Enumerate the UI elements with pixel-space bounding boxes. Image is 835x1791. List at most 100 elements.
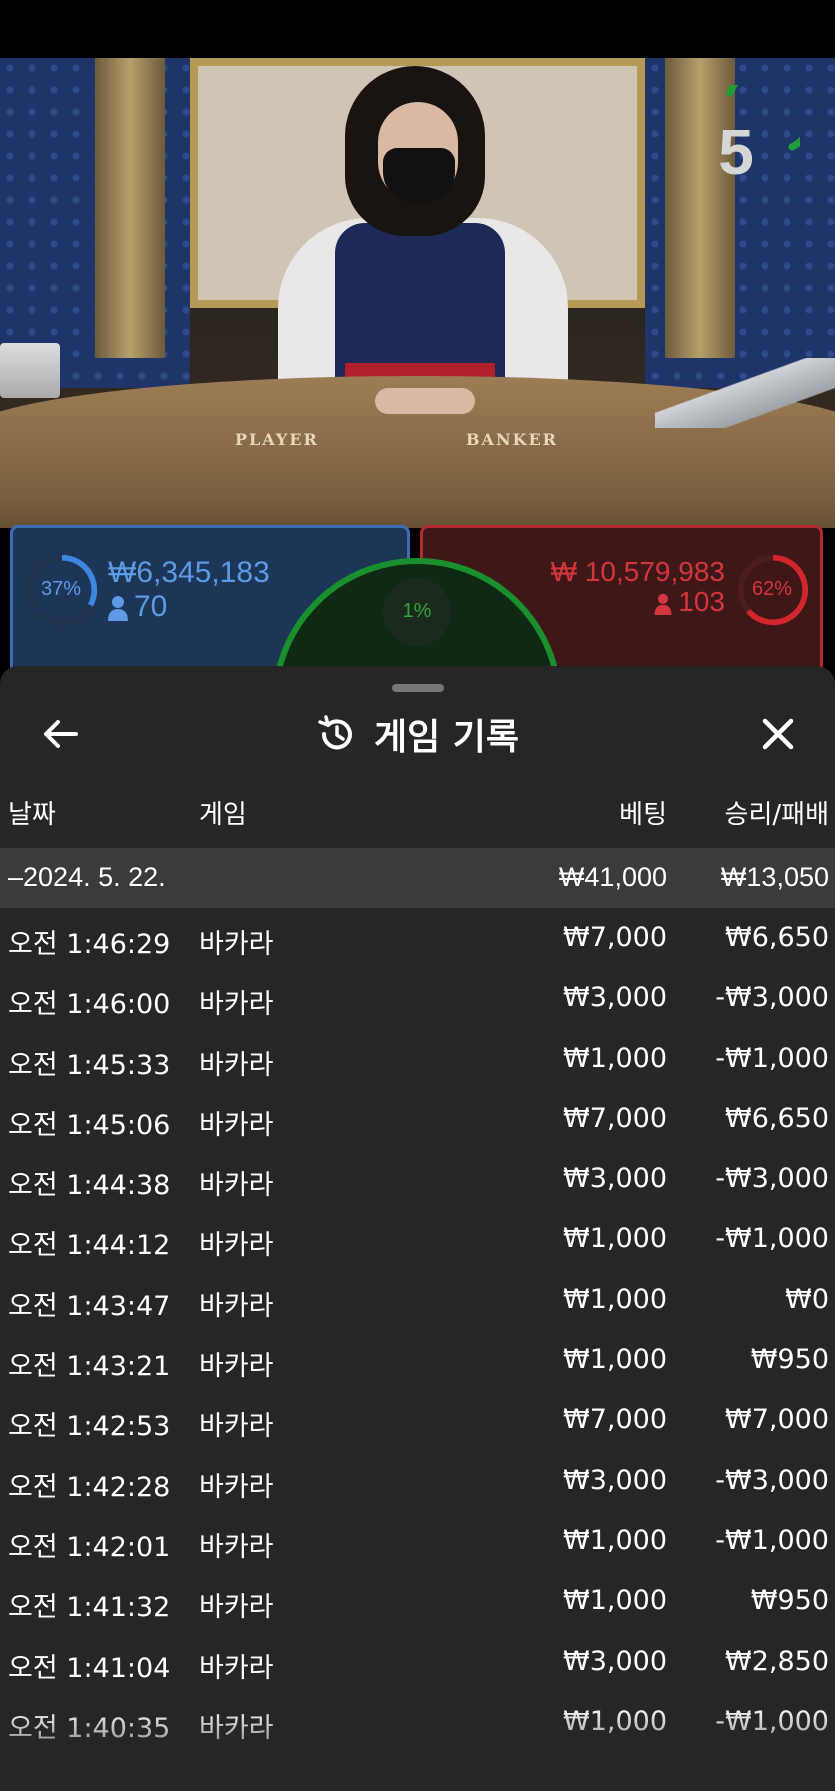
player-count-wrap: 70 xyxy=(108,590,167,624)
row-time: 오전 1:44:12 xyxy=(8,1230,171,1262)
row-bet: ₩1,000 xyxy=(563,1705,667,1737)
history-row[interactable]: 오전 1:46:29 바카라 ₩7,000 ₩6,650 xyxy=(0,908,835,968)
row-bet: ₩7,000 xyxy=(563,1404,667,1436)
summary-date: –2024. 5. 22. xyxy=(8,862,166,892)
column-header-result: 승리/패배 xyxy=(724,800,829,830)
row-game: 바카라 xyxy=(199,1109,274,1141)
history-row[interactable]: 오전 1:43:47 바카라 ₩1,000 ₩0 xyxy=(0,1270,835,1330)
close-button[interactable] xyxy=(754,710,802,758)
table-label-banker: BANKER xyxy=(466,430,558,449)
history-row[interactable]: 오전 1:42:01 바카라 ₩1,000 -₩1,000 xyxy=(0,1511,835,1571)
row-bet: ₩1,000 xyxy=(563,1223,667,1255)
row-game: 바카라 xyxy=(199,1230,274,1262)
column-header-date: 날짜 xyxy=(8,800,56,830)
dealer-hands xyxy=(375,388,475,414)
drag-handle[interactable] xyxy=(392,684,444,692)
game-history-sheet: 게임 기록 날짜 게임 베팅 승리/패배 –2024. 5. 22. ₩41,0… xyxy=(0,666,835,1791)
person-icon xyxy=(108,596,128,622)
column-header-game: 게임 xyxy=(199,800,247,830)
sheet-title: 게임 기록 xyxy=(373,717,519,758)
row-game: 바카라 xyxy=(199,1712,274,1744)
row-game: 바카라 xyxy=(199,1652,274,1684)
pillar-left xyxy=(95,58,165,358)
row-time: 오전 1:42:28 xyxy=(8,1471,171,1503)
row-time: 오전 1:43:21 xyxy=(8,1351,171,1383)
status-bar xyxy=(0,0,835,58)
row-game: 바카라 xyxy=(199,1290,274,1322)
row-game: 바카라 xyxy=(199,989,274,1021)
row-result: -₩1,000 xyxy=(715,1524,829,1556)
history-row[interactable]: 오전 1:42:28 바카라 ₩3,000 -₩3,000 xyxy=(0,1451,835,1511)
history-icon xyxy=(318,715,352,750)
tie-percent: 1% xyxy=(402,600,432,622)
player-percent: 37% xyxy=(40,578,82,600)
row-result: ₩6,650 xyxy=(725,922,829,953)
history-row[interactable]: 오전 1:41:04 바카라 ₩3,000 ₩2,850 xyxy=(0,1632,835,1692)
row-bet: ₩1,000 xyxy=(563,1524,667,1556)
banker-percent: 62% xyxy=(751,578,793,600)
row-game: 바카라 xyxy=(199,1471,274,1503)
row-time: 오전 1:46:00 xyxy=(8,989,171,1021)
history-row[interactable]: 오전 1:46:00 바카라 ₩3,000 -₩3,000 xyxy=(0,968,835,1028)
history-row[interactable]: 오전 1:45:06 바카라 ₩7,000 ₩6,650 xyxy=(0,1089,835,1149)
row-bet: ₩1,000 xyxy=(563,1344,667,1376)
date-summary-row[interactable]: –2024. 5. 22. ₩41,000 ₩13,050 xyxy=(0,848,835,908)
row-result: ₩2,850 xyxy=(725,1645,829,1677)
row-game: 바카라 xyxy=(199,1592,274,1624)
row-time: 오전 1:45:33 xyxy=(8,1049,171,1081)
banker-count: 103 xyxy=(678,586,725,617)
row-bet: ₩3,000 xyxy=(563,1163,667,1195)
row-time: 오전 1:41:04 xyxy=(8,1652,171,1684)
row-game: 바카라 xyxy=(199,929,274,960)
history-row[interactable]: 오전 1:45:33 바카라 ₩1,000 -₩1,000 xyxy=(0,1029,835,1089)
history-row[interactable]: 오전 1:42:53 바카라 ₩7,000 ₩7,000 xyxy=(0,1390,835,1450)
row-result: -₩3,000 xyxy=(715,982,829,1014)
row-time: 오전 1:42:53 xyxy=(8,1411,171,1443)
history-row[interactable]: 오전 1:41:32 바카라 ₩1,000 ₩950 xyxy=(0,1571,835,1631)
row-time: 오전 1:44:38 xyxy=(8,1170,171,1202)
summary-result: ₩13,050 xyxy=(720,862,829,892)
close-icon xyxy=(762,718,794,750)
row-bet: ₩1,000 xyxy=(563,1585,667,1617)
player-count: 70 xyxy=(134,590,168,623)
history-row[interactable]: 오전 1:43:21 바카라 ₩1,000 ₩950 xyxy=(0,1330,835,1390)
row-bet: ₩3,000 xyxy=(563,1464,667,1496)
row-result: ₩6,650 xyxy=(725,1102,829,1134)
row-result: -₩1,000 xyxy=(715,1223,829,1255)
table-label-player: PLAYER xyxy=(235,430,319,449)
banker-count-wrap: 103 xyxy=(600,586,725,618)
banker-total-amount: ₩ 10,579,983 xyxy=(550,556,725,587)
row-time: 오전 1:42:01 xyxy=(8,1531,171,1563)
row-game: 바카라 xyxy=(199,1531,274,1563)
person-icon xyxy=(654,593,672,615)
history-row[interactable]: 오전 1:40:35 바카라 ₩1,000 -₩1,000 xyxy=(0,1692,835,1752)
row-result: ₩7,000 xyxy=(725,1404,829,1436)
sheet-header: 게임 기록 xyxy=(0,706,835,762)
row-bet: ₩3,000 xyxy=(563,1645,667,1677)
summary-bet: ₩41,000 xyxy=(558,862,667,892)
player-total-amount: ₩6,345,183 xyxy=(108,556,270,589)
row-time: 오전 1:41:32 xyxy=(8,1592,171,1624)
row-game: 바카라 xyxy=(199,1411,274,1443)
row-result: ₩0 xyxy=(785,1283,829,1315)
row-game: 바카라 xyxy=(199,1170,274,1202)
row-result: -₩1,000 xyxy=(715,1705,829,1737)
history-row[interactable]: 오전 1:44:38 바카라 ₩3,000 -₩3,000 xyxy=(0,1149,835,1209)
row-game: 바카라 xyxy=(199,1049,274,1081)
row-time: 오전 1:43:47 xyxy=(8,1290,171,1322)
row-result: ₩950 xyxy=(750,1585,829,1617)
card-shoe xyxy=(655,358,835,428)
row-bet: ₩1,000 xyxy=(563,1042,667,1074)
row-game: 바카라 xyxy=(199,1351,274,1383)
dealer-mask xyxy=(383,148,455,202)
row-bet: ₩7,000 xyxy=(563,1102,667,1134)
row-time: 오전 1:45:06 xyxy=(8,1109,171,1141)
row-bet: ₩3,000 xyxy=(563,982,667,1014)
column-header-bet: 베팅 xyxy=(619,800,667,830)
row-result: -₩1,000 xyxy=(715,1042,829,1074)
countdown-timer: 5 xyxy=(718,116,754,188)
row-result: ₩950 xyxy=(750,1344,829,1376)
history-row[interactable]: 오전 1:44:12 바카라 ₩1,000 -₩1,000 xyxy=(0,1209,835,1269)
history-list: 오전 1:46:29 바카라 ₩7,000 ₩6,650 오전 1:46:00 바카라 ₩… xyxy=(0,908,835,1752)
row-result: -₩3,000 xyxy=(715,1163,829,1195)
